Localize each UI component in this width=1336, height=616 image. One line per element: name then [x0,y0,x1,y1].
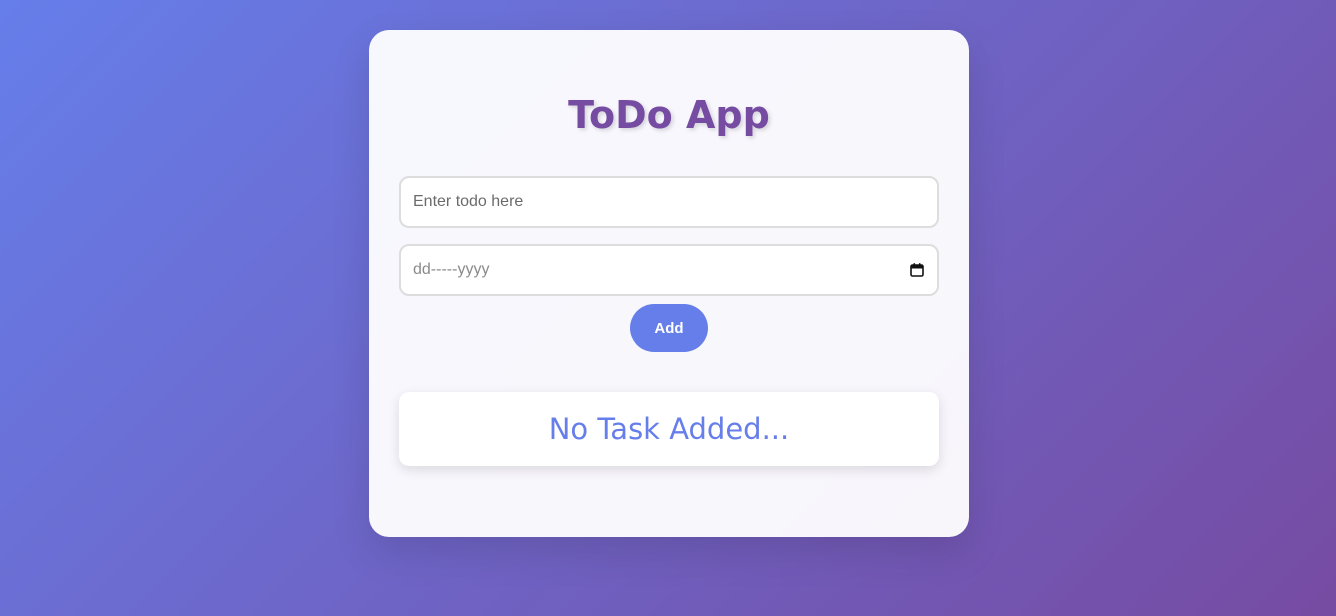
add-button-row: Add [399,304,939,352]
todo-input[interactable] [413,193,925,211]
todo-card: ToDo App dd-----yyyy Add No Task Added..… [369,30,969,537]
todo-input-wrapper [399,176,939,228]
date-input[interactable]: dd-----yyyy [399,244,939,296]
app-title: ToDo App [568,93,770,137]
date-placeholder: dd-----yyyy [413,261,490,278]
empty-message: No Task Added... [548,412,790,446]
add-button[interactable]: Add [630,304,708,352]
todo-list-empty-state: No Task Added... [399,392,939,466]
calendar-icon[interactable] [909,262,925,278]
